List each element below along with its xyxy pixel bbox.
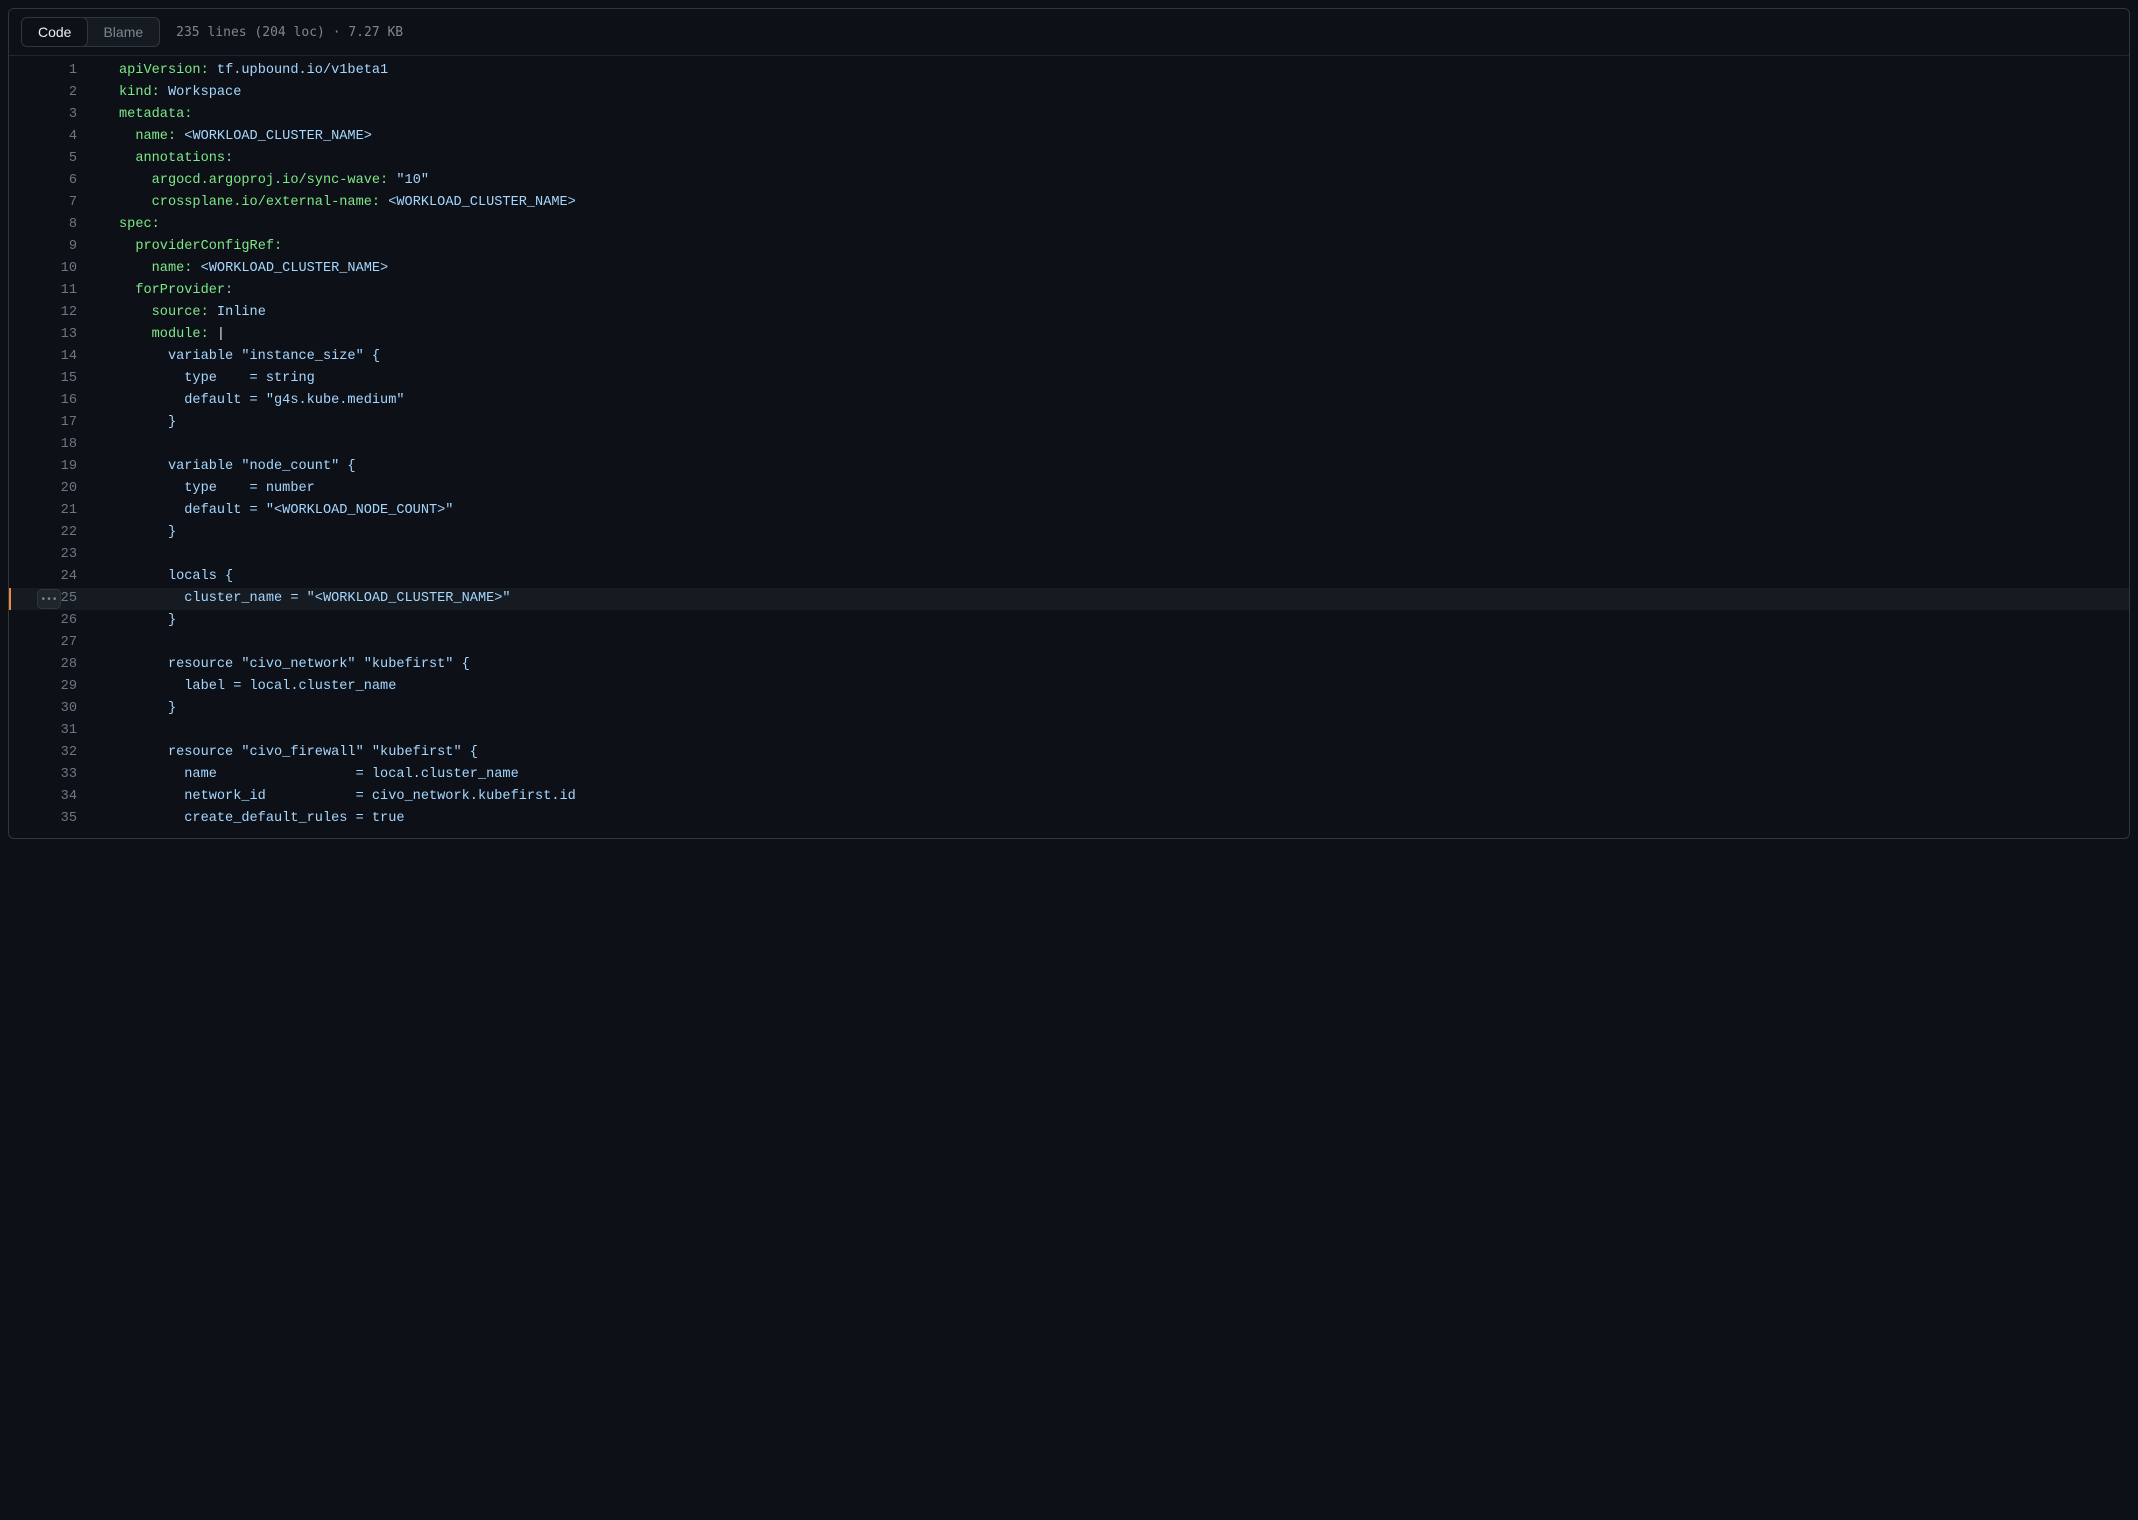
line-number-gutter: 1234567891011121314151617181920212223242… [9,56,97,838]
file-info-text: 235 lines (204 loc) · 7.27 KB [176,25,403,40]
line-number[interactable]: 30 [9,698,97,720]
line-number[interactable]: 4 [9,126,97,148]
code-line: argocd.argoproj.io/sync-wave: "10" [119,170,2129,192]
file-view-container: Code Blame 235 lines (204 loc) · 7.27 KB… [8,8,2130,839]
line-actions-button[interactable] [37,589,61,609]
code-line: metadata: [119,104,2129,126]
line-number[interactable]: 10 [9,258,97,280]
line-number[interactable]: 24 [9,566,97,588]
line-number[interactable]: 7 [9,192,97,214]
code-line: } [119,610,2129,632]
code-line: resource "civo_network" "kubefirst" { [119,654,2129,676]
line-number[interactable]: 13 [9,324,97,346]
code-line: kind: Workspace [119,82,2129,104]
code-line: network_id = civo_network.kubefirst.id [119,786,2129,808]
blame-tab[interactable]: Blame [87,18,159,46]
code-area: 1234567891011121314151617181920212223242… [9,56,2129,838]
code-line: forProvider: [119,280,2129,302]
code-line: resource "civo_firewall" "kubefirst" { [119,742,2129,764]
code-line: source: Inline [119,302,2129,324]
line-number[interactable]: 31 [9,720,97,742]
line-number[interactable]: 9 [9,236,97,258]
code-line: locals { [119,566,2129,588]
file-toolbar: Code Blame 235 lines (204 loc) · 7.27 KB [9,9,2129,56]
code-line: variable "node_count" { [119,456,2129,478]
line-number[interactable]: 32 [9,742,97,764]
line-number[interactable]: 34 [9,786,97,808]
code-content[interactable]: apiVersion: tf.upbound.io/v1beta1kind: W… [97,56,2129,838]
line-number[interactable]: 26 [9,610,97,632]
line-number[interactable]: 33 [9,764,97,786]
line-number[interactable]: 35 [9,808,97,830]
view-toggle-group: Code Blame [21,17,160,47]
code-line: crossplane.io/external-name: <WORKLOAD_C… [119,192,2129,214]
code-line: annotations: [119,148,2129,170]
line-number[interactable]: 3 [9,104,97,126]
code-line: name = local.cluster_name [119,764,2129,786]
code-line: module: | [119,324,2129,346]
code-line: default = "<WORKLOAD_NODE_COUNT>" [119,500,2129,522]
kebab-horizontal-icon [42,592,56,606]
code-line [119,720,2129,742]
code-line [119,434,2129,456]
line-number[interactable]: 17 [9,412,97,434]
line-number[interactable]: 8 [9,214,97,236]
line-number[interactable]: 11 [9,280,97,302]
line-number[interactable]: 23 [9,544,97,566]
line-number[interactable]: 21 [9,500,97,522]
code-line: type = number [119,478,2129,500]
line-number[interactable]: 22 [9,522,97,544]
line-number[interactable]: 16 [9,390,97,412]
line-number[interactable]: 5 [9,148,97,170]
code-line: } [119,522,2129,544]
code-line: type = string [119,368,2129,390]
line-number[interactable]: 12 [9,302,97,324]
line-number[interactable]: 19 [9,456,97,478]
code-line: cluster_name = "<WORKLOAD_CLUSTER_NAME>" [119,588,2129,610]
line-number[interactable]: 6 [9,170,97,192]
code-line: } [119,412,2129,434]
code-line [119,544,2129,566]
code-line: default = "g4s.kube.medium" [119,390,2129,412]
code-line: label = local.cluster_name [119,676,2129,698]
line-number[interactable]: 14 [9,346,97,368]
line-number[interactable]: 28 [9,654,97,676]
code-line: providerConfigRef: [119,236,2129,258]
code-line: apiVersion: tf.upbound.io/v1beta1 [119,60,2129,82]
line-number[interactable]: 2 [9,82,97,104]
code-line: name: <WORKLOAD_CLUSTER_NAME> [119,258,2129,280]
line-number[interactable]: 1 [9,60,97,82]
code-line: spec: [119,214,2129,236]
code-line [119,632,2129,654]
code-line: variable "instance_size" { [119,346,2129,368]
code-line: } [119,698,2129,720]
line-number[interactable]: 18 [9,434,97,456]
line-number[interactable]: 15 [9,368,97,390]
code-tab[interactable]: Code [21,17,88,47]
line-number[interactable]: 27 [9,632,97,654]
code-line: create_default_rules = true [119,808,2129,830]
code-line: name: <WORKLOAD_CLUSTER_NAME> [119,126,2129,148]
line-number[interactable]: 20 [9,478,97,500]
line-number[interactable]: 29 [9,676,97,698]
